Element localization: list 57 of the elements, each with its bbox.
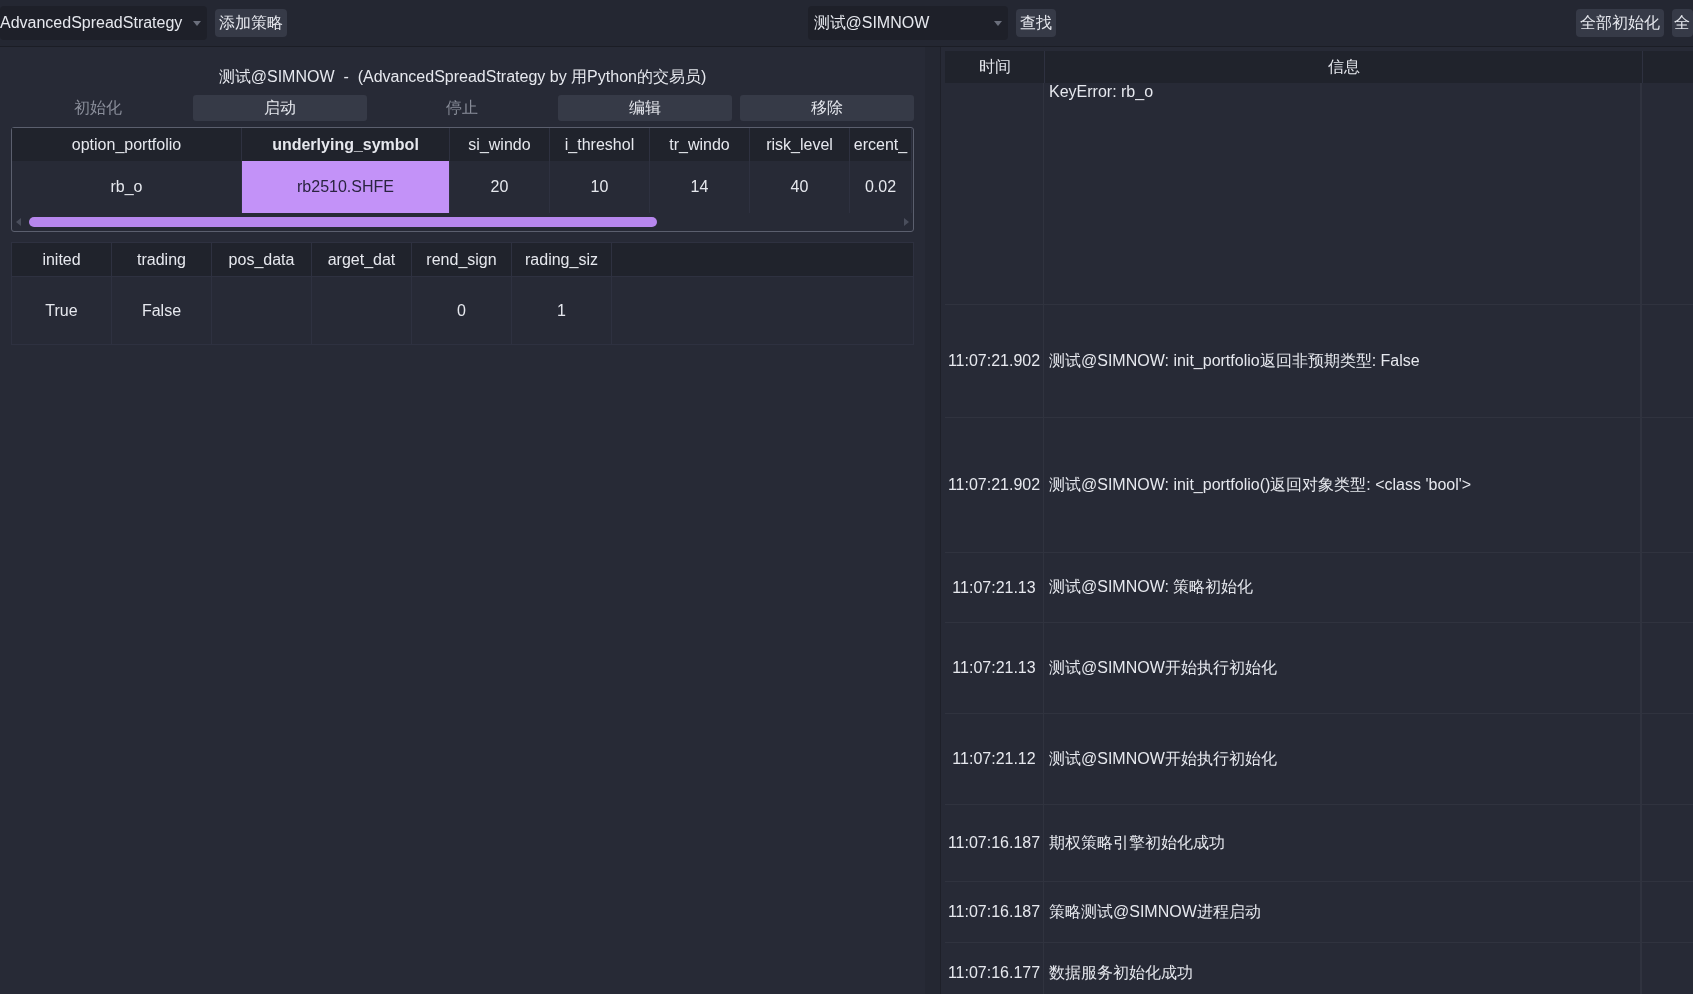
column-header[interactable]: tr_windo xyxy=(650,128,750,161)
table-cell[interactable]: rb2510.SHFE xyxy=(242,161,450,213)
log-time: 11:07:21.902 xyxy=(947,476,1041,494)
table-cell: True xyxy=(12,276,112,344)
column-header[interactable]: 时间 xyxy=(945,51,1045,83)
column-header[interactable]: pos_data xyxy=(212,243,312,276)
log-message: 测试@SIMNOW: init_portfolio返回非预期类型: False xyxy=(1049,350,1420,371)
log-time: 11:07:21.12 xyxy=(952,750,1036,768)
action-button[interactable]: 编辑 xyxy=(557,95,732,121)
column-header[interactable]: si_windo xyxy=(450,128,550,161)
find-button[interactable]: 查找 xyxy=(1015,9,1056,37)
action-button[interactable]: 启动 xyxy=(193,95,368,121)
action-button[interactable]: 移除 xyxy=(739,95,914,121)
column-header[interactable]: 信息 xyxy=(1045,51,1643,83)
column-header[interactable]: inited xyxy=(12,243,112,276)
column-header[interactable]: ercent_ xyxy=(850,128,912,161)
log-time: 11:07:16.187 xyxy=(947,903,1041,921)
column-header[interactable]: trading xyxy=(112,243,212,276)
engine-select[interactable]: 测试@SIMNOW xyxy=(807,6,1008,40)
table-cell: 0 xyxy=(412,276,512,344)
caret-icon xyxy=(993,20,1002,26)
scrollbar-thumb[interactable] xyxy=(29,217,657,227)
column-header[interactable]: underlying_symbol xyxy=(242,128,450,161)
column-header[interactable]: arget_dat xyxy=(312,243,412,276)
table-cell[interactable]: 14 xyxy=(650,161,750,213)
log-time: 11:07:21.13 xyxy=(952,659,1036,677)
strategy-title: 测试@SIMNOW - (AdvancedSpreadStrategy by 用Python的交易员) xyxy=(217,67,708,87)
log-message: 数据服务初始化成功 xyxy=(1049,962,1193,983)
column-header[interactable]: option_portfolio xyxy=(12,128,242,161)
log-message: 测试@SIMNOW: init_portfolio()返回对象类型: <class 'bool'> xyxy=(1049,474,1472,495)
log-message: 策略测试@SIMNOW进程启动 xyxy=(1049,901,1261,922)
log-message: KeyError: rb_o xyxy=(1049,83,1154,101)
log-time: 11:07:21.902 xyxy=(947,352,1041,370)
log-time: 11:07:16.177 xyxy=(947,964,1041,982)
column-header[interactable]: rading_siz xyxy=(512,243,612,276)
add-strategy-button[interactable]: 添加策略 xyxy=(215,9,287,37)
scroll-right-icon[interactable] xyxy=(904,218,909,226)
log-time: 11:07:21.13 xyxy=(952,578,1036,597)
table-cell[interactable]: 0.02 xyxy=(850,161,912,213)
column-header[interactable]: rend_sign xyxy=(412,243,512,276)
table-cell[interactable]: 10 xyxy=(550,161,650,213)
log-time: 11:07:16.187 xyxy=(947,834,1041,852)
table-cell: 1 xyxy=(512,276,612,344)
table-cell[interactable]: 20 xyxy=(450,161,550,213)
scroll-left-icon[interactable] xyxy=(16,218,21,226)
column-header[interactable]: risk_level xyxy=(750,128,850,161)
caret-icon xyxy=(193,20,201,26)
column-header[interactable]: i_threshol xyxy=(550,128,650,161)
log-message: 测试@SIMNOW开始执行初始化 xyxy=(1049,748,1277,769)
strategy-select[interactable]: AdvancedSpreadStrategy xyxy=(0,6,207,40)
table-cell[interactable]: 40 xyxy=(750,161,850,213)
init-all-button[interactable]: 全部初始化 xyxy=(1576,9,1664,37)
toolbar-button[interactable]: 全 xyxy=(1672,9,1693,37)
table-cell: False xyxy=(112,276,212,344)
log-message: 测试@SIMNOW开始执行初始化 xyxy=(1049,657,1277,678)
log-message: 期权策略引擎初始化成功 xyxy=(1049,832,1225,853)
log-message: 测试@SIMNOW: 策略初始化 xyxy=(1049,577,1254,597)
